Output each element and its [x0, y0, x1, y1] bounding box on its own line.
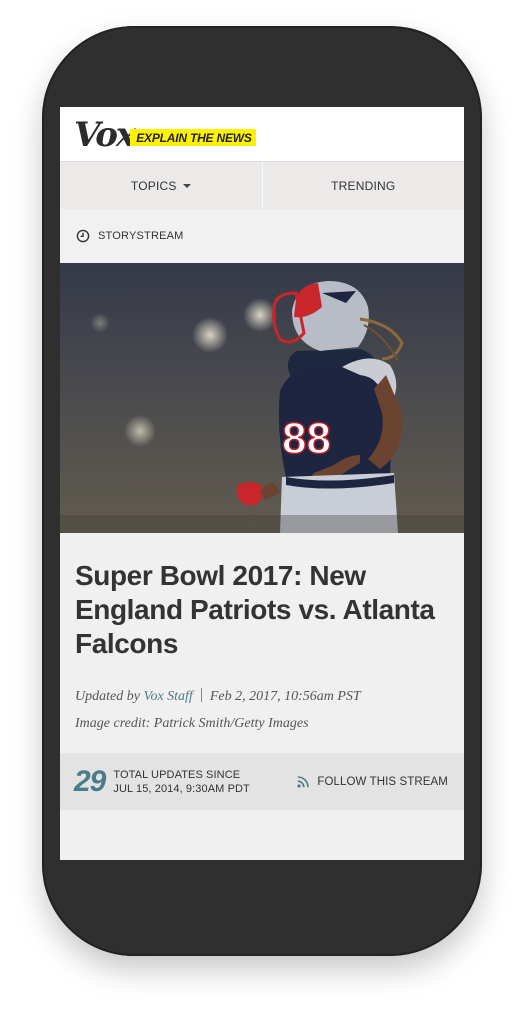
hero-image[interactable]: 88 — [60, 263, 464, 533]
byline-divider — [200, 688, 202, 702]
site-header: Vox EXPLAIN THE NEWS — [60, 107, 464, 161]
follow-stream-label: FOLLOW THIS STREAM — [317, 775, 448, 788]
rss-icon — [297, 775, 310, 788]
storystream-bar[interactable]: STORYSTREAM — [60, 209, 464, 263]
image-credit: Image credit: Patrick Smith/Getty Images — [75, 716, 309, 731]
updates-line-2: JUL 15, 2014, 9:30AM PDT — [113, 782, 250, 795]
article-header: Super Bowl 2017: New England Patriots vs… — [60, 533, 464, 753]
chevron-down-icon — [182, 183, 191, 188]
storystream-label: STORYSTREAM — [98, 230, 184, 242]
updates-line-1: TOTAL UPDATES SINCE — [113, 768, 241, 781]
clock-icon — [76, 229, 90, 243]
nav-topics-label: TOPICS — [130, 178, 177, 193]
updates-bar: 29 TOTAL UPDATES SINCE JUL 15, 2014, 9:3… — [60, 753, 464, 810]
nav-trending-label: TRENDING — [331, 178, 396, 193]
logo-wordmark: Vox — [74, 115, 136, 155]
article-date: Feb 2, 2017, 10:56am PST — [209, 689, 361, 704]
updated-prefix: Updated by — [75, 689, 140, 704]
main-nav: TOPICS TRENDING — [60, 161, 464, 209]
article-title[interactable]: Super Bowl 2017: New England Patriots vs… — [75, 559, 449, 661]
mobile-screen: Vox EXPLAIN THE NEWS TOPICS TRENDING STO… — [60, 107, 464, 860]
article-meta: Updated by Vox Staff Feb 2, 2017, 10:56am… — [75, 683, 449, 737]
nav-topics[interactable]: TOPICS — [60, 162, 262, 209]
byline: Updated by Vox Staff Feb 2, 2017, 10:56am… — [75, 683, 449, 710]
football-player-photo: 88 — [60, 263, 464, 533]
author-link[interactable]: Vox Staff — [143, 689, 192, 704]
nav-trending[interactable]: TRENDING — [261, 162, 465, 209]
updates-summary: TOTAL UPDATES SINCE JUL 15, 2014, 9:30AM… — [113, 768, 250, 796]
logo-tagline: EXPLAIN THE NEWS — [130, 129, 256, 146]
vox-logo[interactable]: Vox EXPLAIN THE NEWS — [74, 116, 256, 152]
follow-stream-button[interactable]: FOLLOW THIS STREAM — [297, 753, 448, 810]
updates-count: 29 — [74, 764, 106, 798]
page-bottom — [60, 810, 464, 860]
jersey-number: 88 — [282, 414, 331, 463]
